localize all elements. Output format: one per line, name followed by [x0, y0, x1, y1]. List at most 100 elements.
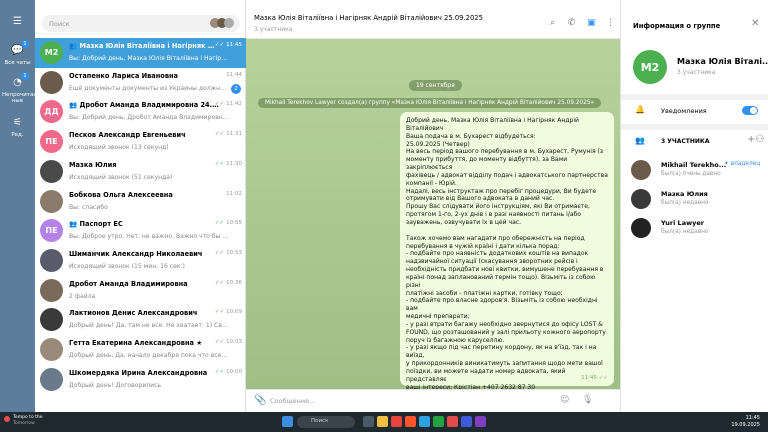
- avatar: [40, 248, 63, 272]
- avatar: [40, 159, 63, 183]
- attach-icon[interactable]: 📎: [254, 395, 266, 406]
- avatar: [40, 308, 63, 332]
- group-avatar: М2: [633, 50, 667, 84]
- info-header: Информация о группе: [633, 22, 721, 30]
- folder-unread[interactable]: ◔ 1 Непрочитан ные: [0, 72, 37, 104]
- read-check-icon: ✓✓: [214, 160, 225, 167]
- service-message: Mikhail Terekhov Lawyer создал(а) группу…: [258, 98, 602, 108]
- taskbar-search[interactable]: Поиск: [297, 416, 355, 428]
- chat-preview: Вы: Добрий день, Мазка Юлія Віталіївна і…: [69, 55, 229, 62]
- folder-all-chats[interactable]: 💬 1 Все чаты: [0, 40, 35, 66]
- chat-preview: Исходящий звонок (15 мин. 16 сек.): [69, 262, 185, 270]
- search-input[interactable]: Поиск: [42, 15, 240, 32]
- chat-row[interactable]: ПЕ Песков Александр Евгеньевич ✓✓ 11:31 Исхо…: [35, 127, 246, 157]
- avatar: [631, 218, 651, 238]
- chat-preview: Исходящий звонок (51 секунда): [69, 173, 173, 181]
- close-icon[interactable]: ✕: [751, 18, 759, 29]
- member-row[interactable]: Mikhail Terekho... ✦ владелец был(а) оче…: [621, 158, 768, 181]
- file-explorer-icon[interactable]: [377, 416, 388, 427]
- chat-row[interactable]: Мазка Юлия ✓✓ 11:30 Исходящий звонок (51 се…: [35, 157, 246, 187]
- app-icon[interactable]: [461, 416, 472, 427]
- chat-row[interactable]: Лактионов Денис Александрович ✓✓ 10:09 Добр…: [35, 305, 246, 335]
- task-view-icon[interactable]: [363, 416, 374, 427]
- folder-edit[interactable]: ⚟ Ред.: [0, 115, 35, 138]
- weather-widget[interactable]: Tempo to the Tomorrow: [13, 415, 43, 427]
- start-icon[interactable]: [282, 416, 293, 427]
- more-icon[interactable]: ⋮: [605, 18, 616, 29]
- chat-name: Лактионов Денис Александрович: [69, 309, 198, 318]
- message-text: Добрий день, Мазка Юлія Віталіївна і Наг…: [406, 117, 608, 391]
- emoji-icon[interactable]: ☺: [560, 395, 569, 405]
- read-check-icon: ✓✓: [214, 131, 225, 138]
- chat-row[interactable]: М2 👥 Мазка Юлія Віталіївна і Нагірняк Анд…: [35, 38, 246, 68]
- chat-preview: Вы: спасибо: [69, 203, 108, 211]
- group-subtitle: 3 участника: [677, 69, 716, 76]
- avatar: [40, 278, 63, 302]
- group-icon: 👥: [69, 101, 80, 110]
- chat-subtitle: 3 участника: [254, 26, 293, 33]
- call-icon[interactable]: ✆: [566, 18, 577, 29]
- read-check-icon: ✓✓: [214, 42, 225, 48]
- message-time: 11:45 ✓✓: [581, 375, 608, 382]
- read-check-icon: ✓✓: [214, 309, 225, 316]
- read-check-icon: ✓✓: [214, 220, 225, 227]
- folder-label: Ред.: [11, 132, 24, 138]
- message-input[interactable]: Сообщение...: [270, 397, 315, 405]
- chat-preview: 2 файла: [69, 292, 96, 300]
- search-icon[interactable]: ⌕: [547, 18, 558, 29]
- member-name: Yuri Lawyer: [661, 219, 704, 227]
- avatar: [40, 338, 63, 361]
- chat-time: ✓✓ 10:36: [214, 279, 242, 286]
- chat-time: ✓✓ 10:53: [214, 249, 242, 256]
- chat-row[interactable]: ПЕ 👥 Паспорт ЕС ✓✓ 10:55 Вы: Доброе утро. Не…: [35, 216, 246, 246]
- chat-row[interactable]: Гетта Екатерина Александровна ★ ✓✓ 10:03 До…: [35, 335, 246, 365]
- chat-name: Бобкова Ольга Алексеевна: [69, 190, 173, 199]
- browser-icon[interactable]: [391, 416, 402, 427]
- folder-badge: 1: [21, 72, 29, 80]
- chat-time: ✓✓ 10:03: [214, 339, 242, 345]
- chat-time: ✓✓ 11:31: [214, 131, 242, 138]
- chat-header[interactable]: Мазка Юлія Віталіївна і Нагірняк Андрій …: [246, 0, 620, 39]
- chat-time: ✓✓ 10:09: [214, 309, 242, 316]
- member-row[interactable]: Мазка Юлия был(а) недавно: [621, 187, 768, 210]
- avatar: ПЕ: [40, 130, 63, 154]
- chat-row[interactable]: Остапенко Лариса Ивановна 11:44 Ещё докуме…: [35, 68, 246, 98]
- owner-badge: ✦ владелец: [724, 161, 761, 167]
- chat-name: Дробот Аманда Владимировна: [69, 279, 188, 288]
- add-member-icon[interactable]: +⚇: [747, 134, 764, 145]
- chat-row[interactable]: Шиманчик Александр Николаевич ✓✓ 10:53 Исхо…: [35, 246, 246, 276]
- chat-row[interactable]: Дробот Аманда Владимировна ✓✓ 10:36 2 файла: [35, 276, 246, 306]
- chat-name: 👥 Паспорт ЕС: [69, 220, 123, 229]
- menu-button[interactable]: ☰: [0, 14, 35, 31]
- member-status: был(а) недавно: [661, 229, 709, 235]
- chat-row[interactable]: ДД 👥 Дробот Аманда Владимировна 24.09.2..…: [35, 97, 246, 127]
- weather-icon: [4, 416, 10, 422]
- chat-time: ✓✓ 11:30: [214, 160, 242, 167]
- whatsapp-icon[interactable]: [433, 416, 444, 427]
- brave-icon[interactable]: [405, 416, 416, 427]
- chat-row[interactable]: Шкомердяка Ирина Александровна ✓✓ 10:00 Доб…: [35, 365, 246, 395]
- chat-preview: Добрый день, Да, начало декабря пока что…: [69, 352, 229, 359]
- chat-title: Мазка Юлія Віталіївна і Нагірняк Андрій …: [254, 14, 483, 22]
- edit-icon: ⚟: [13, 117, 22, 128]
- taskbar: Tempo to the Tomorrow Поиск 11:45 19.09.20…: [0, 412, 768, 432]
- read-check-icon: ✓✓: [214, 101, 225, 108]
- telegram-icon[interactable]: [419, 416, 430, 427]
- folder-badge: 1: [21, 40, 29, 48]
- message-bubble[interactable]: Добрий день, Мазка Юлія Віталіївна і Наг…: [400, 112, 614, 391]
- member-row[interactable]: Yuri Lawyer был(а) недавно: [621, 216, 768, 239]
- chat-preview: Вы: Добрий день, Дробот Аманда Владимиро…: [69, 114, 229, 122]
- chat-list: Поиск М2 👥 Мазка Юлія Віталіївна і Нагірн…: [35, 0, 246, 412]
- notifications-toggle[interactable]: [742, 106, 758, 115]
- member-name: Мазка Юлия: [661, 190, 708, 198]
- chat-row[interactable]: Бобкова Ольга Алексеевна 11:02 Вы: спасибо: [35, 187, 246, 217]
- telegram-window: ☰ 💬 1 Все чаты ◔ 1 Непрочитан ные ⚟ Ред. П…: [0, 0, 768, 412]
- microphone-icon[interactable]: 🎙: [582, 395, 593, 405]
- chat-name: Шиманчик Александр Николаевич: [69, 249, 203, 258]
- app-icon[interactable]: [447, 416, 458, 427]
- read-check-icon: ✓✓: [214, 368, 225, 375]
- app-icon[interactable]: [475, 416, 486, 427]
- sidebar-toggle-icon[interactable]: ▣: [586, 18, 597, 29]
- chat-name: 👥 Мазка Юлія Віталіївна і Нагірняк Андрі…: [69, 42, 219, 50]
- clock[interactable]: 11:45 19.09.2025: [731, 415, 760, 428]
